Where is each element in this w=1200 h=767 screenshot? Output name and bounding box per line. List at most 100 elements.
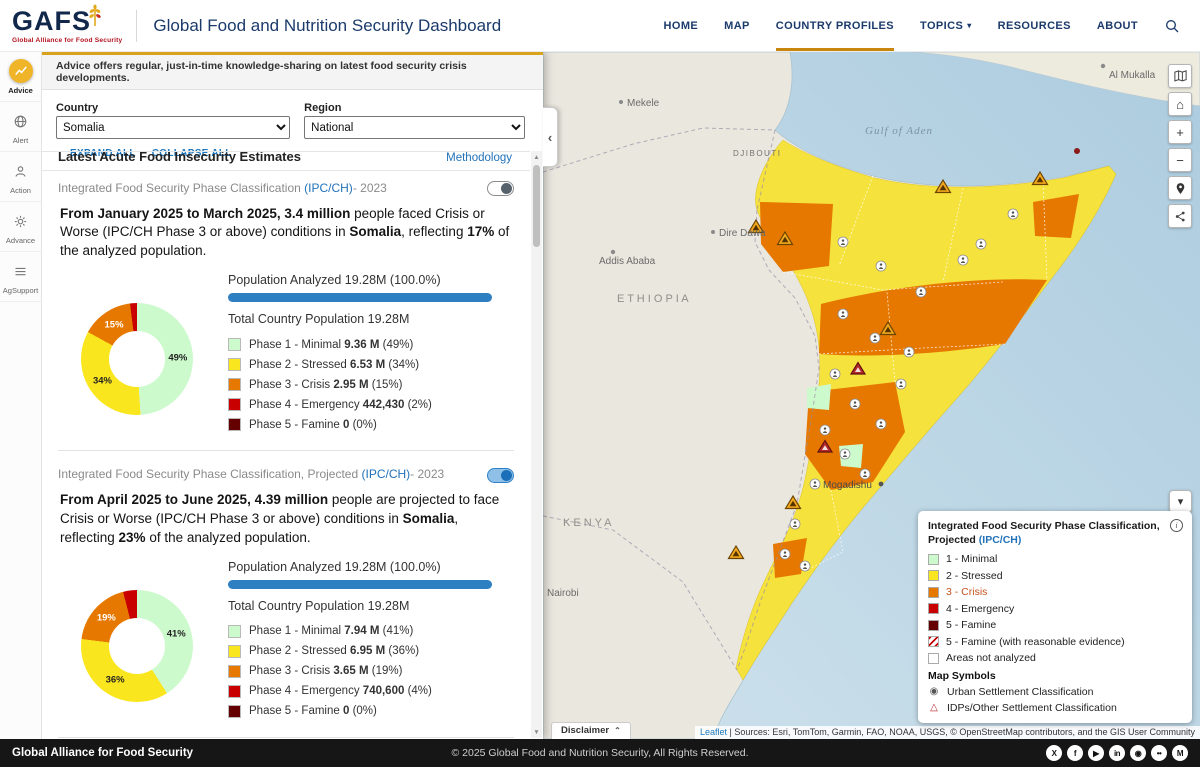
- nav-item-topics[interactable]: TOPICS ▾: [920, 0, 972, 51]
- label-al-mukalla: Al Mukalla: [1109, 70, 1156, 81]
- phase-legend-row: Phase 1 - Minimal 7.94 M (41%): [228, 624, 492, 638]
- zoom-out-button[interactable]: −: [1168, 148, 1192, 172]
- phase-label: Phase 2 - Stressed 6.53 M (34%): [249, 358, 420, 371]
- phase-swatch: [228, 684, 241, 698]
- country-select[interactable]: Somalia: [56, 116, 290, 139]
- leaflet-link[interactable]: Leaflet: [700, 727, 727, 737]
- phase-label: Phase 5 - Famine 0 (0%): [249, 418, 377, 431]
- legend-label: 3 - Crisis: [946, 586, 988, 598]
- zoom-in-button[interactable]: +: [1168, 120, 1192, 144]
- label-ethiopia: E T H I O P I A: [617, 293, 689, 305]
- country-label: Country: [56, 102, 99, 114]
- app-footer: Global Alliance for Food Security © 2025…: [0, 739, 1200, 767]
- scrollbar-thumb[interactable]: [533, 165, 540, 247]
- basemap-button[interactable]: [1168, 64, 1192, 88]
- phase-label: Phase 4 - Emergency 740,600 (4%): [249, 685, 432, 698]
- legend-row: 5 - Famine (with reasonable evidence): [928, 636, 1182, 648]
- phase-swatch: [228, 664, 241, 678]
- phase-label: Phase 3 - Crisis 2.95 M (15%): [249, 378, 403, 391]
- info-icon[interactable]: i: [1170, 518, 1183, 532]
- home-icon: ⌂: [1176, 96, 1184, 112]
- map-container[interactable]: Mekele Al Mukalla Gulf of Aden DJIBOUTI …: [543, 52, 1200, 739]
- section-title: Integrated Food Security Phase Classific…: [58, 181, 387, 195]
- divider: [58, 736, 514, 738]
- rail-item-action[interactable]: Action: [0, 152, 41, 202]
- map-attribution: Leaflet | Sources: Esri, TomTom, Garmin,…: [695, 726, 1200, 739]
- nav-item-country-profiles[interactable]: COUNTRY PROFILES: [775, 0, 895, 51]
- nav-item-map[interactable]: MAP: [724, 0, 750, 51]
- locate-button[interactable]: [1168, 176, 1192, 200]
- phase-legend-row: Phase 2 - Stressed 6.95 M (36%): [228, 644, 492, 658]
- nav-item-about[interactable]: ABOUT: [1097, 0, 1138, 51]
- ipc-ch-link[interactable]: (IPC/CH): [979, 534, 1022, 546]
- legend-label: 4 - Emergency: [946, 602, 1015, 615]
- scroll-down-arrow-icon[interactable]: ▼: [531, 726, 542, 738]
- legend-row: Areas not analyzed: [928, 652, 1182, 664]
- phase-swatch: [228, 704, 241, 718]
- methodology-link[interactable]: Methodology: [446, 152, 512, 164]
- rail-item-advance[interactable]: Advance: [0, 202, 41, 252]
- ipc-donut-chart-projected: 41% 36% 19%: [81, 589, 193, 702]
- panel-collapse-button[interactable]: ‹: [543, 107, 558, 167]
- nav-item-resources[interactable]: RESOURCES: [998, 0, 1071, 51]
- legend-label: 5 - Famine: [946, 619, 997, 631]
- phase-legend-row: Phase 1 - Minimal 9.36 M (49%): [228, 338, 492, 352]
- home-button[interactable]: ⌂: [1168, 92, 1192, 116]
- label-nairobi: Nairobi: [547, 588, 579, 599]
- globe-icon: [9, 109, 33, 133]
- legend-label: 5 - Famine (with reasonable evidence): [946, 635, 1125, 648]
- person-icon: [9, 159, 33, 183]
- disclaimer-tab[interactable]: Disclaimer ⌃: [551, 722, 631, 739]
- estimates-title: Latest Acute Food Insecurity Estimates: [58, 151, 301, 164]
- phase-label: Phase 5 - Famine 0 (0%): [249, 705, 377, 718]
- instagram-icon[interactable]: ◉: [1130, 745, 1146, 761]
- map-layer-toggle[interactable]: [487, 181, 514, 197]
- region-select[interactable]: National: [304, 116, 526, 139]
- ipc-ch-link[interactable]: (IPC/CH): [304, 181, 353, 195]
- legend-row: 4 - Emergency: [928, 603, 1182, 615]
- share-button[interactable]: [1168, 204, 1192, 228]
- medium-icon[interactable]: M: [1172, 745, 1188, 761]
- population-analyzed: Population Analyzed 19.28M (100.0%): [228, 273, 441, 288]
- flickr-icon[interactable]: ••: [1151, 745, 1167, 761]
- map-legend: Integrated Food Security Phase Classific…: [918, 510, 1192, 723]
- ipc-donut-chart-current: 49% 34% 15%: [81, 303, 193, 416]
- panel-scrollbar[interactable]: ▲ ▼: [531, 151, 542, 738]
- nav-item-home[interactable]: HOME: [664, 0, 699, 51]
- rail-item-advice[interactable]: Advice: [0, 52, 41, 102]
- section-title: Integrated Food Security Phase Classific…: [58, 467, 445, 482]
- legend-label: 1 - Minimal: [946, 553, 998, 565]
- legend-collapse-button[interactable]: ▾: [1169, 490, 1192, 513]
- map-layer-toggle[interactable]: [487, 467, 514, 483]
- rail-item-agsupport[interactable]: AgSupport: [0, 252, 41, 302]
- advice-notice: Advice offers regular, just-in-time know…: [42, 55, 543, 90]
- app-header: GAFS Global Alliance for Food Security G…: [0, 0, 1200, 52]
- x-twitter-icon[interactable]: X: [1046, 745, 1062, 761]
- ipc-current-section: Integrated Food Security Phase Classific…: [42, 171, 530, 444]
- total-population: Total Country Population 19.28M: [228, 312, 410, 327]
- symbol-row-urban: ◉ Urban Settlement Classification: [929, 686, 1094, 698]
- linkedin-icon[interactable]: in: [1109, 745, 1125, 761]
- footer-org-name: Global Alliance for Food Security: [12, 747, 194, 759]
- main-nav: HOME MAP COUNTRY PROFILES TOPICS ▾ RESOUR…: [664, 0, 1200, 51]
- estimates-header-row[interactable]: Latest Acute Food Insecurity Estimates M…: [42, 151, 530, 171]
- search-icon[interactable]: [1164, 18, 1180, 34]
- scroll-up-arrow-icon[interactable]: ▲: [531, 151, 542, 163]
- gafs-logo[interactable]: GAFS Global Alliance for Food Security: [0, 4, 132, 46]
- legend-swatch: [928, 636, 939, 647]
- label-gulf-of-aden: Gulf of Aden: [865, 125, 933, 137]
- rail-item-alert[interactable]: Alert: [0, 102, 41, 152]
- legend-swatch: [928, 570, 939, 581]
- ipc-ch-link[interactable]: (IPC/CH): [362, 467, 411, 481]
- phase-label: Phase 2 - Stressed 6.95 M (36%): [249, 645, 420, 658]
- legend-row: 2 - Stressed: [928, 570, 1182, 582]
- phase-legend-projected: Phase 1 - Minimal 7.94 M (41%) Phase 2 -…: [228, 624, 492, 718]
- narrative-projected: From April 2025 to June 2025, 4.39 milli…: [60, 491, 500, 545]
- wheat-icon: [87, 4, 103, 33]
- youtube-icon[interactable]: ▶: [1088, 745, 1104, 761]
- label-djibouti: DJIBOUTI: [733, 149, 781, 158]
- plus-icon: +: [1176, 124, 1184, 140]
- facebook-icon[interactable]: f: [1067, 745, 1083, 761]
- page-title: Global Food and Nutrition Security Dashb…: [153, 15, 502, 35]
- chevron-down-icon: ▾: [1177, 496, 1184, 508]
